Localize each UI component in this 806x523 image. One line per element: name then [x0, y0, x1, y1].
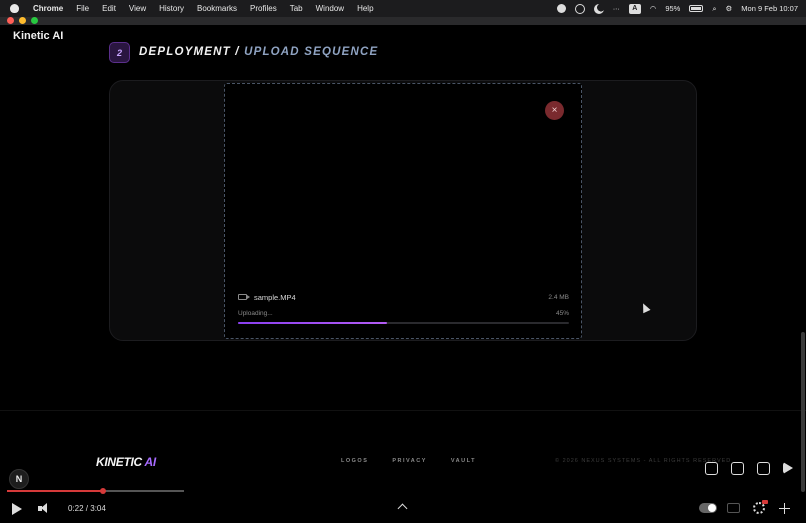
footer-link-privacy[interactable]: PRIVACY [392, 458, 427, 464]
menu-bar: Chrome File Edit View History Bookmarks … [0, 0, 806, 17]
hd-badge [762, 500, 768, 504]
menu-help[interactable]: Help [357, 4, 373, 13]
window-titlebar [0, 17, 806, 25]
video-scrubber[interactable] [7, 488, 184, 494]
spotlight-search-icon[interactable]: ⌕ [712, 4, 716, 14]
footer-divider [0, 410, 806, 411]
wifi-icon[interactable]: ◠ [650, 4, 657, 13]
player-actions [705, 462, 793, 475]
captions-icon[interactable] [727, 503, 740, 513]
menu-window[interactable]: Window [316, 4, 344, 13]
scrubber-handle[interactable] [99, 488, 106, 494]
battery-percent: 95% [665, 4, 681, 13]
exit-fullscreen-icon[interactable] [779, 503, 790, 514]
chevron-up-icon[interactable] [397, 503, 408, 514]
video-camera-icon [238, 294, 250, 300]
page-scrollbar[interactable] [801, 332, 805, 492]
share-icon[interactable] [783, 462, 793, 474]
file-size: 2.4 MB [548, 293, 569, 301]
upload-progress-fill [238, 322, 387, 324]
file-name: sample.MP4 [254, 292, 296, 302]
thumbs-up-icon[interactable] [705, 462, 718, 475]
menu-tab[interactable]: Tab [290, 4, 303, 13]
step-title-secondary: UPLOAD SEQUENCE [244, 46, 379, 58]
navigation-icon[interactable] [556, 4, 566, 13]
battery-icon[interactable] [689, 5, 704, 12]
footer-link-logos[interactable]: LOGOS [341, 458, 368, 464]
play-circle-icon[interactable] [574, 3, 585, 14]
file-row: sample.MP4 2.4 MB [238, 291, 569, 303]
menu-profiles[interactable]: Profiles [250, 4, 277, 13]
channel-avatar[interactable]: N [9, 469, 29, 489]
minimize-window-button[interactable] [19, 17, 26, 24]
menubar-clock[interactable]: Mon 9 Feb 10:07 [741, 4, 798, 13]
footer-logo-main: KINETIC [96, 455, 142, 469]
menu-history[interactable]: History [159, 4, 184, 13]
footer-link-vault[interactable]: VAULT [451, 458, 476, 464]
step-number-badge: 2 [109, 42, 130, 63]
autoplay-toggle[interactable] [699, 503, 717, 513]
menu-edit[interactable]: Edit [102, 4, 116, 13]
zoom-window-button[interactable] [31, 17, 38, 24]
focus-moon-icon[interactable] [593, 3, 604, 14]
video-played-fill [7, 490, 103, 492]
upload-status-row: Uploading... 45% [238, 310, 569, 317]
step-title-primary: DEPLOYMENT / [139, 46, 240, 58]
video-timecode: 0:22 / 3:04 [68, 504, 106, 513]
thumbs-down-icon[interactable] [731, 462, 744, 475]
footer-logo-accent: AI [144, 455, 157, 469]
upload-status: Uploading... [238, 310, 273, 317]
status-area: ·∙· A ◠ 95% ⌕ ⚙ Mon 9 Feb 10:07 [556, 0, 798, 17]
footer-logo[interactable]: KINETIC AI [96, 455, 156, 469]
menu-bookmarks[interactable]: Bookmarks [197, 4, 237, 13]
step-title: DEPLOYMENT / UPLOAD SEQUENCE [139, 46, 378, 58]
comment-icon[interactable] [757, 462, 770, 475]
menu-view[interactable]: View [129, 4, 146, 13]
remove-file-button[interactable]: × [545, 101, 564, 120]
control-center-icon[interactable]: ⚙ [726, 4, 733, 13]
play-button[interactable] [12, 503, 22, 515]
app-brand[interactable]: Kinetic AI [13, 30, 63, 42]
volume-icon[interactable] [38, 503, 52, 514]
close-window-button[interactable] [7, 17, 14, 24]
input-source-icon[interactable]: A [628, 3, 641, 14]
upload-percent: 45% [555, 310, 569, 317]
footer-links: LOGOS PRIVACY VAULT [341, 458, 476, 464]
window-controls [7, 17, 38, 24]
apple-logo-icon[interactable] [10, 4, 19, 13]
menu-file[interactable]: File [76, 4, 89, 13]
menu-chrome[interactable]: Chrome [33, 4, 63, 13]
dots-icon[interactable]: ·∙· [613, 4, 620, 13]
upload-progress-track [238, 322, 569, 324]
